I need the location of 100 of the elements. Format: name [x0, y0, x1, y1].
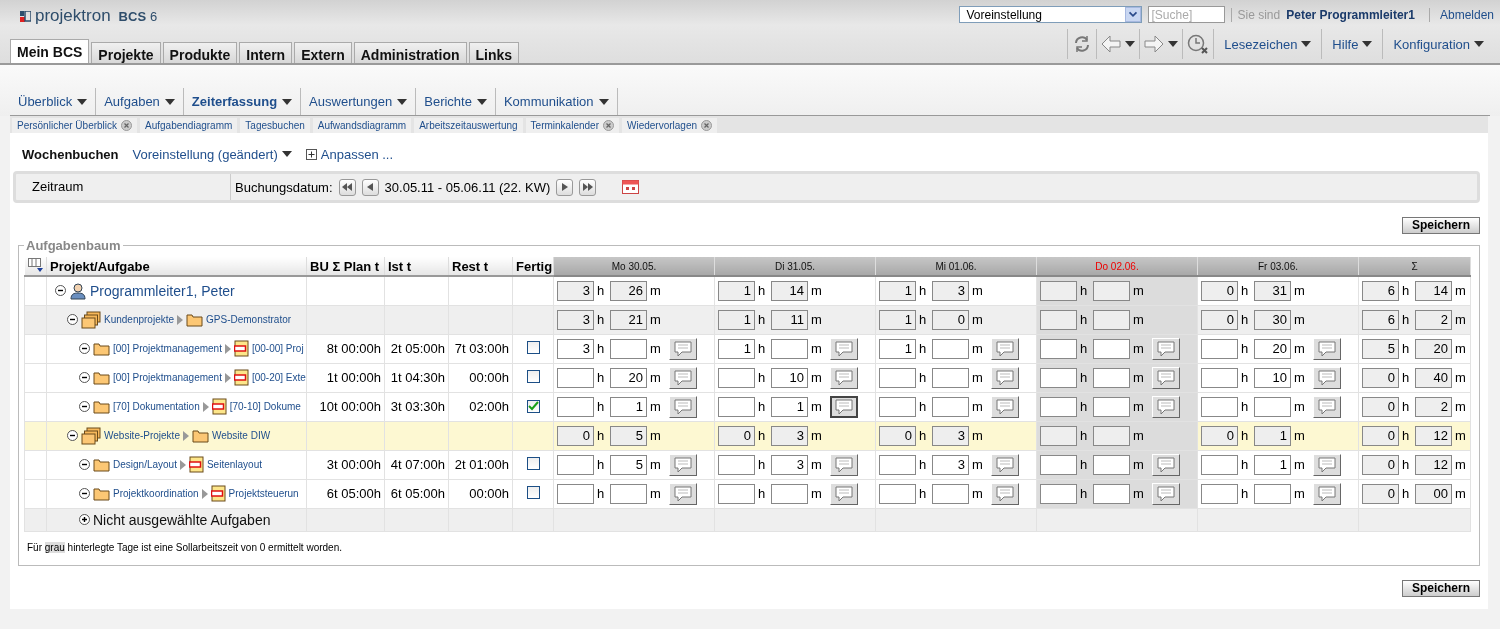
minutes-field[interactable]: 10 — [771, 367, 808, 388]
minutes-field[interactable] — [1254, 483, 1291, 504]
main-tab[interactable]: Projekte — [91, 42, 161, 63]
hours-field[interactable] — [1201, 483, 1238, 504]
hours-field[interactable]: 6 — [1362, 309, 1399, 330]
hours-field[interactable] — [1201, 396, 1238, 417]
last-button[interactable] — [579, 178, 597, 196]
main-tab[interactable]: Mein BCS — [10, 39, 90, 63]
hours-field[interactable]: 6 — [1362, 280, 1399, 301]
minutes-field[interactable]: 3 — [932, 425, 969, 446]
collapse-icon[interactable] — [67, 314, 78, 325]
minutes-field[interactable]: 3 — [771, 425, 808, 446]
minutes-field[interactable] — [932, 396, 969, 417]
hours-field[interactable] — [879, 367, 916, 388]
minutes-field[interactable]: 30 — [1254, 309, 1291, 330]
hours-field[interactable]: 0 — [1201, 309, 1238, 330]
minutes-field[interactable] — [1093, 338, 1130, 359]
task-link[interactable]: Seitenlayout — [206, 459, 262, 470]
minutes-field[interactable] — [1254, 396, 1291, 417]
phase-link[interactable]: Design/Layout — [113, 459, 177, 470]
hours-field[interactable] — [1040, 483, 1077, 504]
minutes-field[interactable]: 00 — [1415, 483, 1452, 504]
hours-field[interactable]: 0 — [1201, 425, 1238, 446]
preset-menu[interactable]: Voreinstellung (geändert) — [132, 146, 292, 162]
minutes-field[interactable]: 20 — [610, 367, 647, 388]
expand-icon[interactable] — [79, 514, 90, 525]
page-tab[interactable]: Persönlicher Überblick — [12, 118, 138, 133]
hours-field[interactable] — [718, 367, 755, 388]
collapse-icon[interactable] — [67, 430, 78, 441]
previous-button[interactable] — [361, 178, 379, 196]
toolbar-menu[interactable]: Lesezeichen — [1213, 29, 1322, 59]
minutes-field[interactable]: 2 — [1415, 309, 1452, 330]
minutes-field[interactable] — [1093, 425, 1130, 446]
minutes-field[interactable] — [610, 483, 647, 504]
hours-field[interactable]: 5 — [1362, 338, 1399, 359]
logout-link[interactable]: Abmelden — [1428, 7, 1494, 22]
hours-field[interactable] — [1201, 367, 1238, 388]
minutes-field[interactable]: 12 — [1415, 454, 1452, 475]
collapse-icon[interactable] — [79, 488, 90, 499]
minutes-field[interactable]: 14 — [1415, 280, 1452, 301]
first-button[interactable] — [338, 178, 356, 196]
sub-menu-item[interactable]: Kommunikation — [495, 88, 618, 115]
minutes-field[interactable] — [1093, 280, 1130, 301]
hours-field[interactable]: 1 — [879, 309, 916, 330]
minutes-field[interactable] — [1093, 483, 1130, 504]
save-button[interactable]: Speichern — [1401, 579, 1480, 597]
hours-field[interactable]: 0 — [557, 425, 594, 446]
sub-menu-item[interactable]: Auswertungen — [301, 88, 417, 115]
collapse-icon[interactable] — [55, 285, 66, 297]
hours-field[interactable]: 0 — [1362, 454, 1399, 475]
minutes-field[interactable]: 2 — [1415, 396, 1452, 417]
page-tab[interactable]: Wiedervorlagen — [621, 118, 717, 133]
project-link[interactable]: Kundenprojekte — [104, 314, 175, 325]
hours-field[interactable] — [557, 367, 594, 388]
phase-link[interactable]: [00] Projektmanagement — [113, 343, 222, 354]
done-checkbox[interactable] — [526, 399, 540, 413]
minutes-field[interactable] — [610, 338, 647, 359]
toolbar-menu[interactable]: Konfiguration — [1382, 29, 1494, 59]
column-chooser-icon[interactable] — [27, 257, 44, 272]
search-field[interactable]: [Suche] — [1147, 6, 1225, 23]
project-link[interactable]: Website DIW — [211, 430, 271, 441]
minutes-field[interactable] — [1093, 396, 1130, 417]
hours-field[interactable] — [879, 483, 916, 504]
save-button[interactable]: Speichern — [1401, 217, 1480, 234]
page-tab[interactable]: Aufwandsdiagramm — [312, 118, 412, 133]
hours-field[interactable] — [879, 396, 916, 417]
close-icon[interactable] — [121, 120, 133, 131]
close-icon[interactable] — [602, 120, 614, 131]
minutes-field[interactable] — [771, 338, 808, 359]
hours-field[interactable] — [557, 396, 594, 417]
sub-menu-item[interactable]: Zeiterfassung — [183, 88, 302, 115]
page-tab[interactable]: Aufgabendiagramm — [140, 118, 238, 133]
done-checkbox[interactable] — [526, 369, 540, 383]
page-tab[interactable]: Arbeitszeitauswertung — [414, 118, 523, 133]
preset-dropdown[interactable]: Voreinstellung — [958, 6, 1142, 23]
hours-field[interactable]: 1 — [879, 338, 916, 359]
hours-field[interactable]: 3 — [557, 309, 594, 330]
done-checkbox[interactable] — [526, 340, 540, 354]
hours-field[interactable] — [557, 483, 594, 504]
page-tab[interactable]: Terminkalender — [525, 118, 619, 133]
minutes-field[interactable]: 1 — [1254, 454, 1291, 475]
hours-field[interactable]: 3 — [557, 280, 594, 301]
minutes-field[interactable]: 12 — [1415, 425, 1452, 446]
hours-field[interactable]: 0 — [1362, 483, 1399, 504]
minutes-field[interactable] — [932, 483, 969, 504]
collapse-icon[interactable] — [79, 372, 90, 383]
minutes-field[interactable]: 10 — [1254, 367, 1291, 388]
hours-field[interactable] — [1040, 280, 1077, 301]
task-link[interactable]: [00-00] Proj — [251, 343, 304, 354]
minutes-field[interactable]: 20 — [1415, 338, 1452, 359]
toolbar-menu[interactable]: Hilfe — [1321, 29, 1383, 59]
minutes-field[interactable] — [932, 367, 969, 388]
hours-field[interactable] — [1040, 309, 1077, 330]
calendar-icon[interactable] — [622, 180, 640, 194]
main-tab[interactable]: Links — [468, 42, 520, 63]
minutes-field[interactable]: 20 — [1254, 338, 1291, 359]
hours-field[interactable] — [879, 454, 916, 475]
sub-menu-item[interactable]: Überblick — [10, 88, 97, 115]
hours-field[interactable]: 0 — [1362, 396, 1399, 417]
hours-field[interactable] — [1040, 425, 1077, 446]
